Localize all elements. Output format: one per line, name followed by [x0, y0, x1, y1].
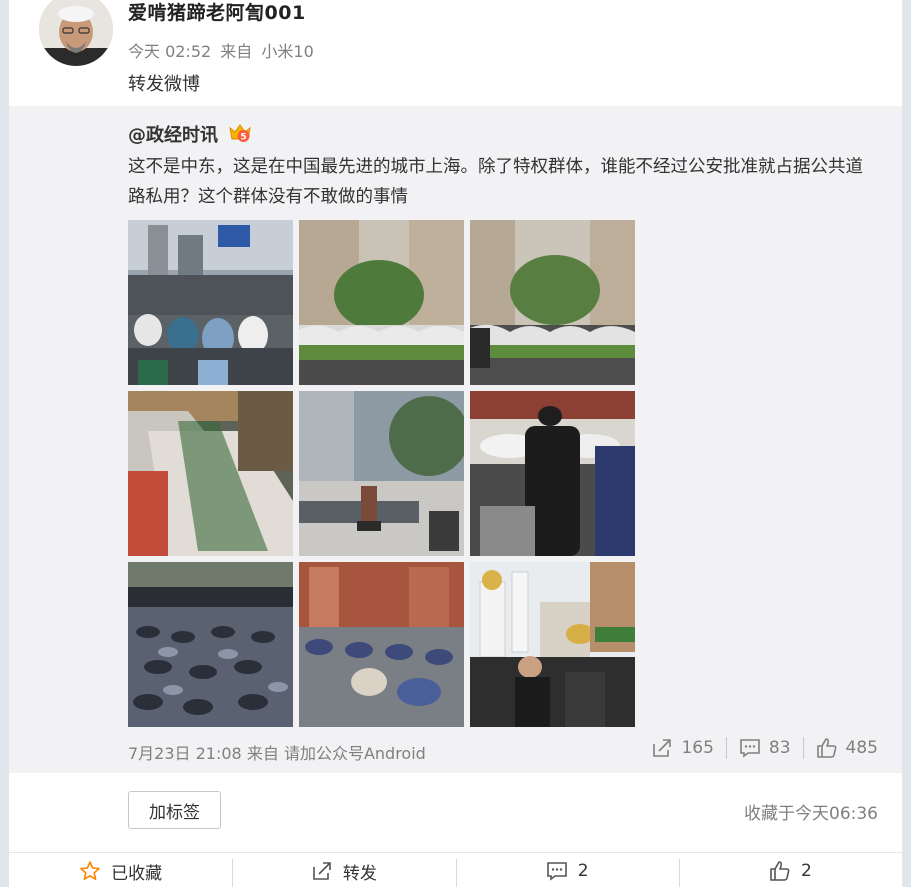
comment-button[interactable]: 2: [455, 853, 679, 887]
quoted-text: 这不是中东，这是在中国最先进的城市上海。除了特权群体，谁能不经过公安批准就占据公…: [128, 157, 863, 207]
comment-icon: [546, 862, 567, 881]
favorited-time: 收藏于今天06:36: [744, 804, 878, 824]
post-username[interactable]: 爱啃猪蹄老阿訇001: [128, 0, 306, 25]
quoted-meta: 7月23日 21:08 来自 请加公众号Android: [128, 740, 426, 764]
photo-thumbnail[interactable]: [470, 220, 635, 385]
quoted-repost-count: 165: [681, 738, 714, 758]
add-tag-button[interactable]: 加标签: [128, 791, 221, 829]
post-text: 转发微博: [128, 74, 200, 95]
photo-thumbnail[interactable]: [299, 391, 464, 556]
quoted-author[interactable]: @政经时讯: [128, 125, 218, 146]
weibo-card: 爱啃猪蹄老阿訇001 今天 02:52 来自 小米10 转发微博 @政经时讯 5…: [9, 0, 902, 887]
quoted-comment-count: 83: [768, 738, 791, 758]
photo-thumbnail[interactable]: [128, 562, 293, 727]
like-button[interactable]: 2: [678, 853, 902, 887]
image-grid: [128, 220, 640, 727]
thumbs-up-icon: [770, 861, 790, 881]
like-count: 2: [800, 861, 812, 881]
photo-thumbnail[interactable]: [470, 391, 635, 556]
quoted-actions: 165 83 485: [639, 736, 878, 760]
thumbs-up-icon: [816, 738, 836, 758]
quoted-like-button[interactable]: 485: [802, 737, 878, 759]
photo-thumbnail[interactable]: [299, 220, 464, 385]
quoted-post[interactable]: @政经时讯 5 这不是中东，这是在中国最先进的城市上海。除了特权群体，谁能不经过…: [9, 106, 902, 773]
quoted-comment-button[interactable]: 83: [725, 737, 803, 759]
favorite-button[interactable]: 已收藏: [9, 853, 232, 887]
photo-thumbnail[interactable]: [128, 220, 293, 385]
comment-count: 2: [577, 861, 589, 881]
vip-crown-icon[interactable]: 5: [228, 122, 252, 144]
quoted-source-prefix: 来自: [246, 744, 279, 763]
share-icon: [653, 739, 672, 757]
avatar[interactable]: [39, 0, 113, 66]
post-source: 小米10: [261, 42, 314, 61]
page-gutter-right: [902, 0, 911, 887]
star-icon: [80, 861, 100, 880]
bottom-action-bar: 已收藏 转发 2 2: [9, 852, 902, 887]
post-meta: 今天 02:52 来自 小米10: [128, 38, 318, 62]
repost-button[interactable]: 转发: [232, 853, 455, 887]
share-icon: [313, 862, 331, 880]
photo-thumbnail[interactable]: [128, 391, 293, 556]
quoted-source: 请加公众号Android: [283, 744, 426, 763]
photo-thumbnail[interactable]: [470, 562, 635, 727]
svg-text:5: 5: [241, 133, 247, 143]
favorite-label: 已收藏: [111, 863, 163, 884]
photo-thumbnail[interactable]: [299, 562, 464, 727]
quoted-like-count: 485: [845, 738, 878, 758]
post-source-prefix: 来自: [220, 42, 253, 61]
comment-icon: [740, 739, 760, 758]
page-gutter-left: [0, 0, 9, 887]
post-time[interactable]: 今天 02:52: [128, 42, 211, 61]
quoted-author-row: @政经时讯 5: [128, 121, 252, 147]
repost-label: 转发: [342, 863, 377, 884]
quoted-repost-button[interactable]: 165: [639, 737, 725, 759]
quoted-time[interactable]: 7月23日 21:08: [128, 744, 242, 763]
